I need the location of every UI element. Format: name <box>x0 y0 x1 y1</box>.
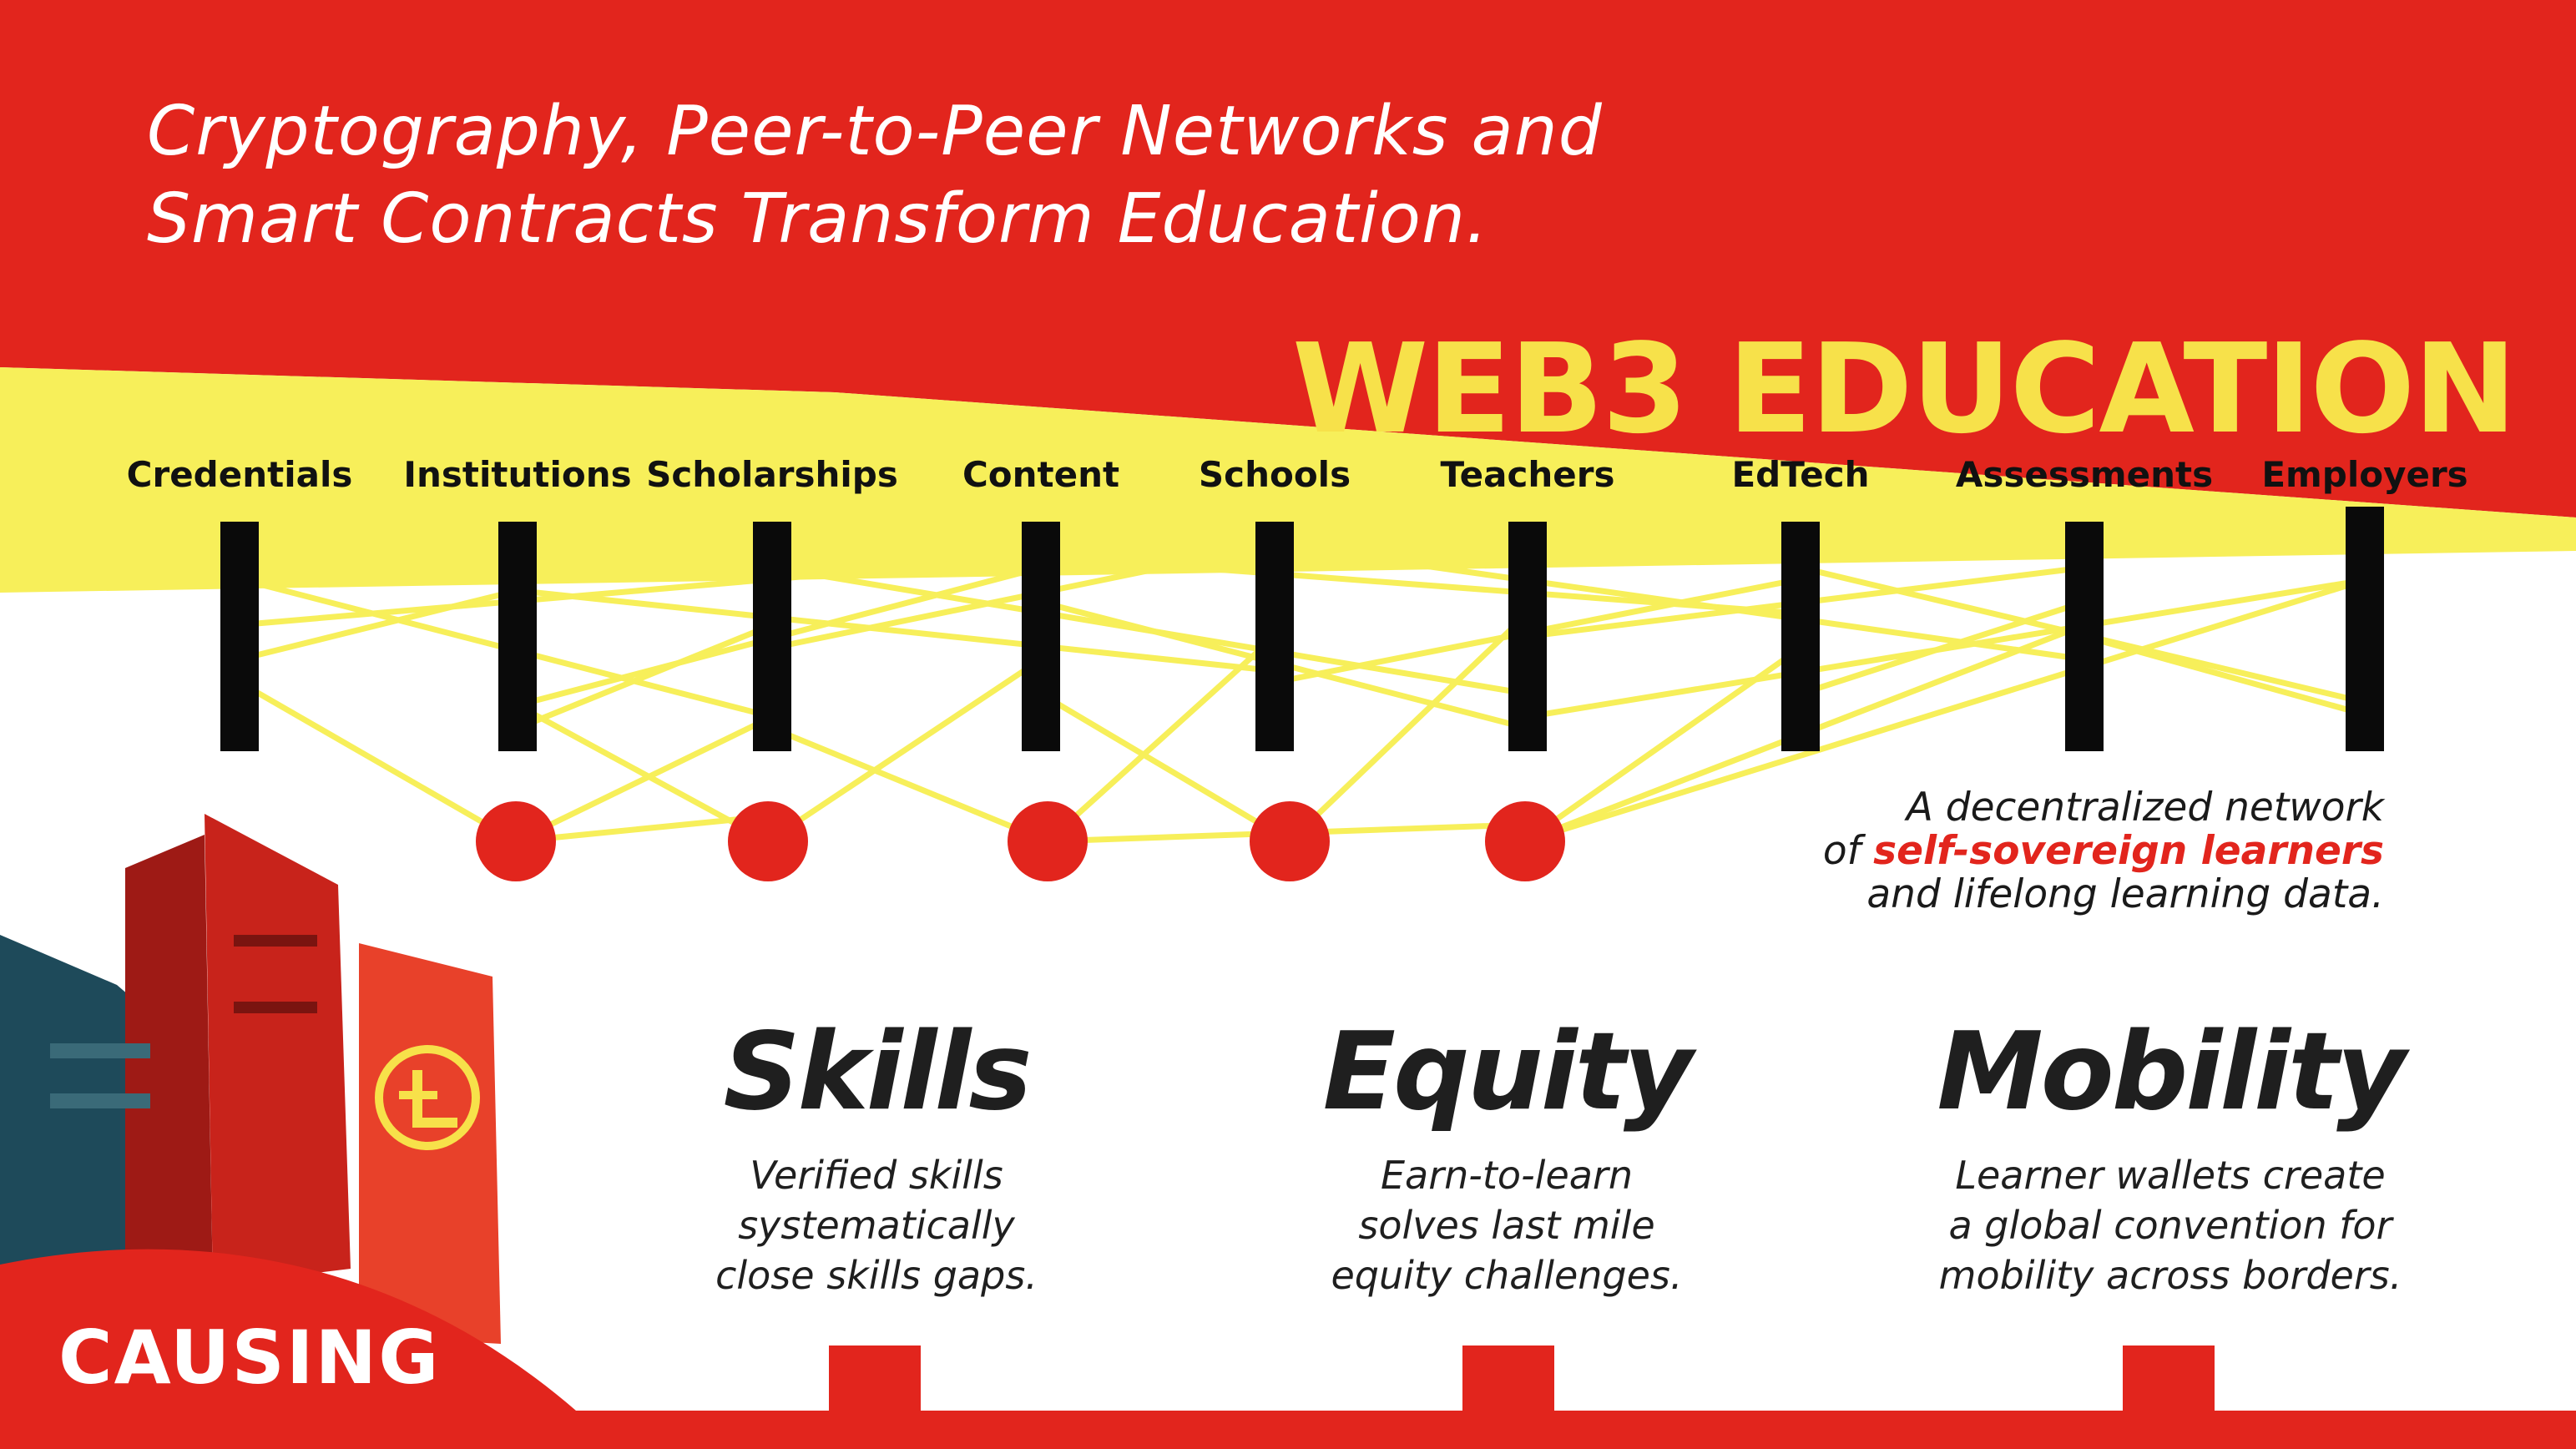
tagline-line-1: A decentralized network <box>1906 785 2384 831</box>
network-line <box>238 679 518 845</box>
network-dot <box>1008 801 1088 881</box>
node-bar-institutions <box>498 522 537 751</box>
pillar-description: Verified skills systematically close skill… <box>559 1150 1194 1300</box>
network-line <box>516 622 774 731</box>
pillar-line: Earn-to-learn <box>1380 1153 1634 1198</box>
pillar-title: Skills <box>723 1010 1032 1134</box>
node-bar-employers <box>2346 507 2384 751</box>
dark-red-tower <box>125 835 213 1302</box>
node-label-institutions: Institutions <box>403 454 632 495</box>
node-bar-schools <box>1255 522 1294 751</box>
banner-title-clip: WEB3 EDUCATION <box>1292 317 2536 442</box>
pillar-description: Learner wallets create a global conventio… <box>1853 1150 2488 1300</box>
node-label-employers: Employers <box>2261 454 2468 495</box>
pillar-line: equity challenges. <box>1331 1253 1683 1298</box>
tagline: A decentralized network of self-sovereig… <box>1823 786 2384 916</box>
node-bar-teachers <box>1508 522 1547 751</box>
pillar-line: a global convention for <box>1948 1203 2392 1248</box>
node-bar-edtech <box>1781 522 1820 751</box>
node-bar-credentials <box>220 522 259 751</box>
tagline-line-2: of self-sovereign learners <box>1823 830 2384 873</box>
title-line-2: Smart Contracts Transform Education. <box>147 179 1489 259</box>
node-label-assessments: Assessments <box>1955 454 2214 495</box>
node-bar-assessments <box>2065 522 2104 751</box>
network-dot <box>1485 801 1565 881</box>
pillar-line: mobility across borders. <box>1938 1253 2402 1298</box>
network-line <box>239 588 518 663</box>
node-bar-scholarships <box>753 522 791 751</box>
network-line <box>766 657 1043 844</box>
node-label-edtech: EdTech <box>1731 454 1870 495</box>
node-label-scholarships: Scholarships <box>646 454 898 495</box>
red-tower <box>205 814 351 1285</box>
pillar-line: solves last mile <box>1358 1203 1655 1248</box>
banner-title: WEB3 EDUCATION <box>1292 317 2517 442</box>
window-strip <box>234 935 317 947</box>
node-label-teachers: Teachers <box>1440 454 1615 495</box>
network-dot <box>476 801 556 881</box>
pillar-stem-equity <box>1462 1346 1554 1412</box>
tagline-highlight: self-sovereign learners <box>1873 828 2384 874</box>
network-line <box>1287 611 1530 844</box>
pillar-title: Mobility <box>1937 1010 2406 1134</box>
network-line <box>2084 634 2366 718</box>
pillar-stem-skills <box>829 1346 921 1412</box>
pillar-skills: Skills Verified skills systematically clos… <box>559 1010 1194 1300</box>
network-line <box>1523 645 1803 844</box>
pillar-stem-mobility <box>2123 1346 2215 1412</box>
node-label-schools: Schools <box>1198 454 1351 495</box>
pillar-line: systematically <box>738 1203 1015 1248</box>
window-strip <box>50 1043 150 1058</box>
pillar-title: Equity <box>1322 1010 1694 1134</box>
pillar-equity: Equity Earn-to-learn solves last mile equi… <box>1190 1010 1824 1300</box>
title-line-1: Cryptography, Peer-to-Peer Networks and <box>147 92 1603 171</box>
pillar-description: Earn-to-learn solves last mile equity chal… <box>1190 1150 1824 1300</box>
network-dot <box>728 801 808 881</box>
node-bar-content <box>1022 522 1060 751</box>
causing-label: CAUSING <box>58 1315 441 1401</box>
window-strip <box>50 1093 150 1108</box>
network-dots <box>476 801 1565 881</box>
pillar-line: close skills gaps. <box>715 1253 1038 1298</box>
tagline-line-3: and lifelong learning data. <box>1866 871 2384 917</box>
window-strip <box>234 1002 317 1013</box>
pillar-line: Verified skills <box>750 1153 1003 1198</box>
pillar-line: Learner wallets create <box>1955 1153 2386 1198</box>
slide: Cryptography, Peer-to-Peer Networks and … <box>0 0 2576 1449</box>
network-dot <box>1250 801 1330 881</box>
tagline-prefix: of <box>1822 828 1874 874</box>
pillar-mobility: Mobility Learner wallets create a global … <box>1853 1010 2488 1300</box>
node-label-credentials: Credentials <box>126 454 353 495</box>
